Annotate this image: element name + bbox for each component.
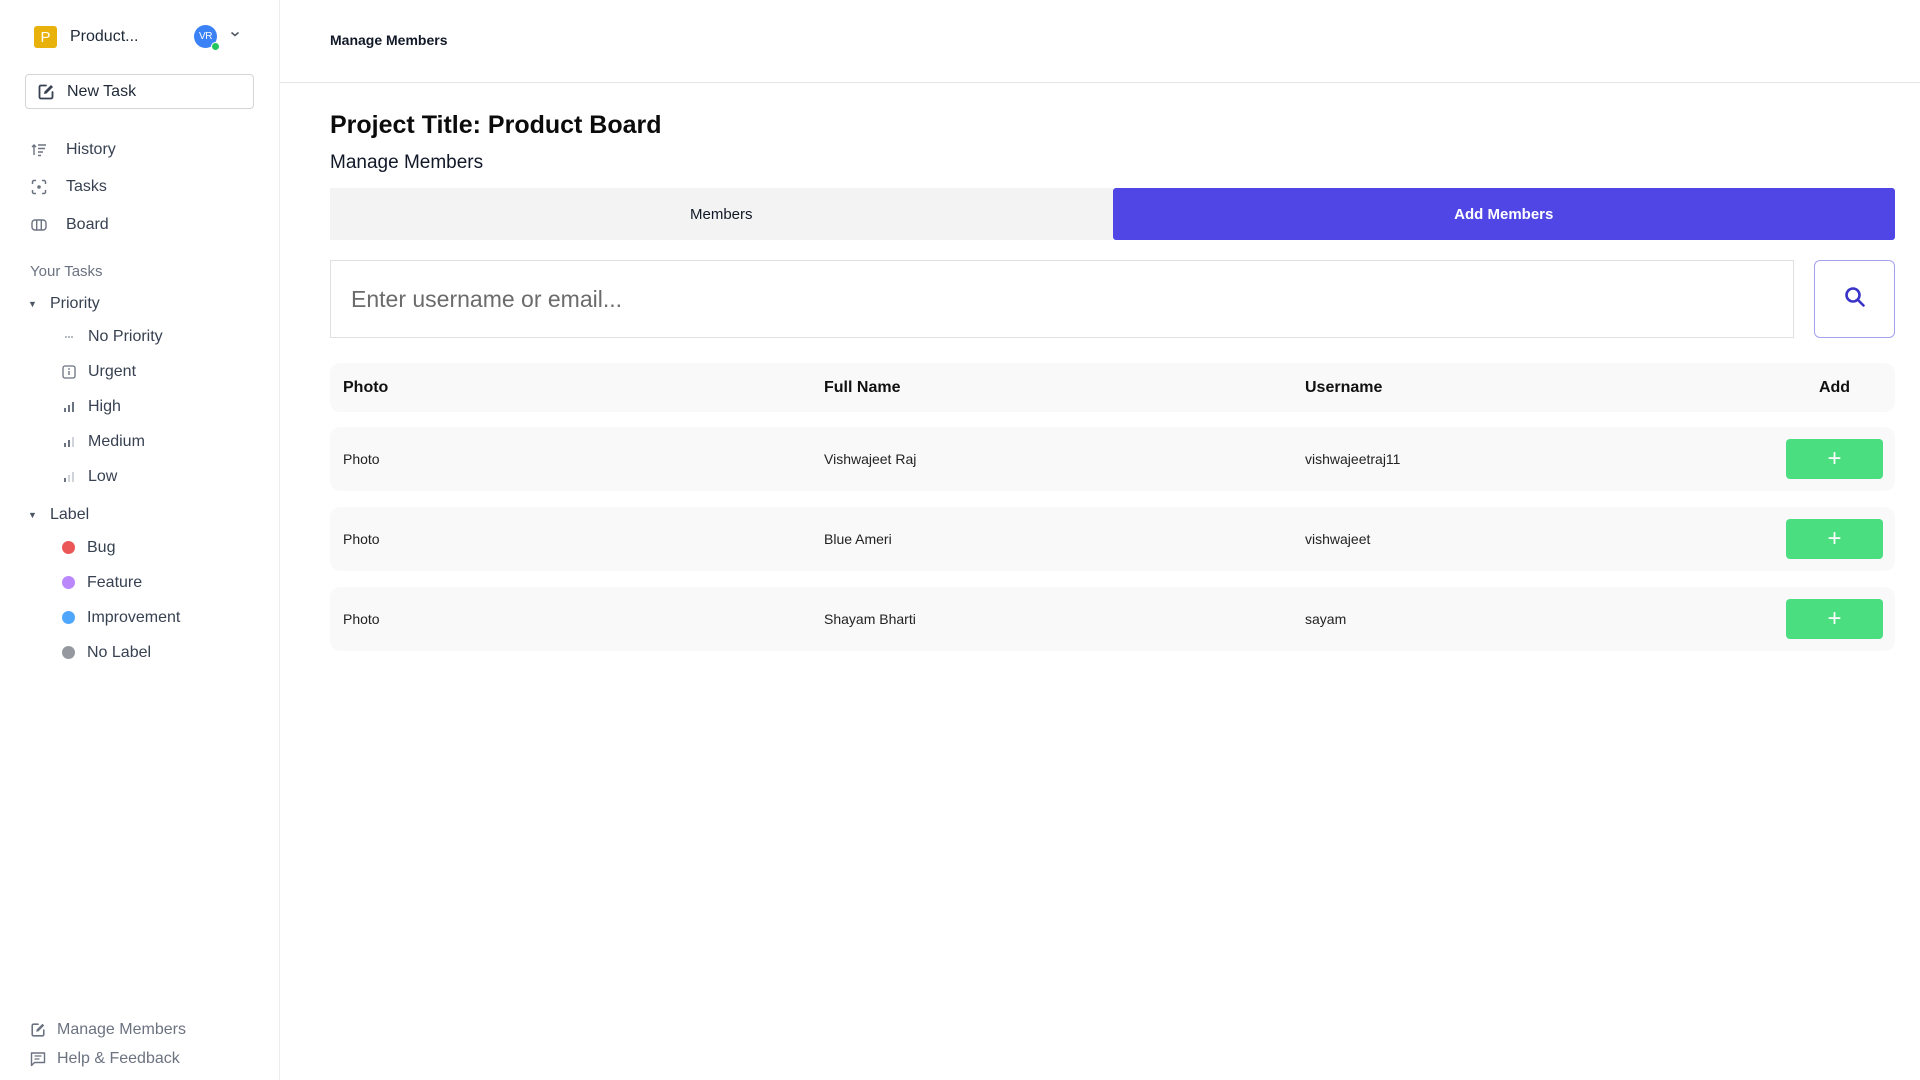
table-row: Photo Blue Ameri vishwajeet + bbox=[330, 507, 1895, 571]
table-header-row: Photo Full Name Username Add bbox=[330, 363, 1895, 412]
username-cell: vishwajeet bbox=[1305, 531, 1371, 547]
breadcrumb: Manage Members bbox=[330, 32, 448, 48]
sidebar-item-label: Board bbox=[66, 215, 109, 233]
tabs: Members Add Members bbox=[330, 188, 1895, 240]
label-item-feature[interactable]: Feature bbox=[28, 565, 180, 600]
label-item-label: Improvement bbox=[87, 608, 181, 626]
sidebar-footer: Manage Members Help & Feedback bbox=[29, 1015, 186, 1073]
priority-item-no-priority[interactable]: No Priority bbox=[28, 319, 163, 354]
your-tasks-heading: Your Tasks bbox=[30, 263, 103, 280]
content: Project Title: Product Board Manage Memb… bbox=[330, 83, 1895, 667]
search-icon bbox=[1843, 285, 1867, 314]
message-icon bbox=[29, 1050, 47, 1068]
search-input[interactable] bbox=[330, 260, 1794, 338]
workspace-switcher[interactable]: P Product... VR bbox=[34, 25, 249, 51]
sidebar-nav: History Tasks Board bbox=[30, 131, 116, 244]
search-button[interactable] bbox=[1814, 260, 1895, 338]
priority-item-urgent[interactable]: Urgent bbox=[28, 354, 163, 389]
priority-group-toggle[interactable]: ▼ Priority bbox=[28, 289, 163, 319]
label-color-dot bbox=[62, 576, 75, 589]
manage-members-label: Manage Members bbox=[57, 1020, 186, 1038]
full-name-cell: Blue Ameri bbox=[824, 531, 892, 547]
full-name-cell: Shayam Bharti bbox=[824, 611, 916, 627]
user-avatar[interactable]: VR bbox=[194, 25, 220, 51]
sidebar-item-history[interactable]: History bbox=[30, 131, 116, 169]
label-item-improvement[interactable]: Improvement bbox=[28, 600, 180, 635]
label-group-toggle[interactable]: ▼ Label bbox=[28, 500, 180, 530]
priority-item-high[interactable]: High bbox=[28, 389, 163, 424]
history-sort-icon bbox=[30, 141, 48, 159]
column-header-username: Username bbox=[1305, 378, 1383, 396]
sidebar-item-label: Tasks bbox=[66, 178, 107, 196]
priority-group-label: Priority bbox=[50, 295, 100, 312]
caret-down-icon: ▼ bbox=[28, 510, 37, 520]
priority-item-label: High bbox=[88, 397, 121, 415]
label-color-dot bbox=[62, 541, 75, 554]
add-member-button[interactable]: + bbox=[1786, 599, 1883, 639]
main-panel: Manage Members Project Title: Product Bo… bbox=[280, 0, 1920, 1080]
topbar: Manage Members bbox=[280, 0, 1920, 83]
priority-item-label: Medium bbox=[88, 432, 145, 450]
urgent-icon bbox=[60, 363, 78, 381]
photo-cell: Photo bbox=[343, 611, 380, 627]
caret-down-icon: ▼ bbox=[28, 299, 37, 309]
signal-medium-icon bbox=[60, 433, 78, 451]
edit-icon bbox=[37, 83, 55, 101]
label-item-label: Feature bbox=[87, 573, 143, 591]
workspace-logo: P bbox=[34, 26, 57, 48]
workspace-name: Product... bbox=[70, 28, 139, 45]
new-task-label: New Task bbox=[67, 82, 137, 100]
search-row bbox=[330, 260, 1895, 338]
sidebar-item-tasks[interactable]: Tasks bbox=[30, 169, 116, 207]
label-item-bug[interactable]: Bug bbox=[28, 530, 180, 565]
user-initials: VR bbox=[199, 31, 212, 42]
online-status-dot bbox=[211, 42, 220, 51]
members-table: Photo Full Name Username Add Photo Vishw… bbox=[330, 363, 1895, 651]
tab-add-members[interactable]: Add Members bbox=[1112, 188, 1895, 240]
column-header-photo: Photo bbox=[343, 378, 389, 396]
signal-high-icon bbox=[60, 398, 78, 416]
username-cell: vishwajeetraj11 bbox=[1305, 451, 1401, 467]
page-subtitle: Manage Members bbox=[330, 152, 484, 173]
column-header-add: Add bbox=[1818, 378, 1851, 396]
label-group: ▼ Label Bug Feature Improvement No Label bbox=[28, 500, 180, 670]
photo-cell: Photo bbox=[343, 531, 380, 547]
table-row: Photo Vishwajeet Raj vishwajeetraj11 + bbox=[330, 427, 1895, 491]
help-feedback-link[interactable]: Help & Feedback bbox=[29, 1044, 186, 1073]
label-group-label: Label bbox=[50, 506, 90, 523]
username-cell: sayam bbox=[1305, 611, 1347, 627]
priority-item-low[interactable]: Low bbox=[28, 459, 163, 494]
label-color-dot bbox=[62, 646, 75, 659]
columns-icon bbox=[30, 216, 48, 234]
tab-members[interactable]: Members bbox=[330, 188, 1113, 240]
label-color-dot bbox=[62, 611, 75, 624]
add-member-button[interactable]: + bbox=[1786, 519, 1883, 559]
sidebar-item-board[interactable]: Board bbox=[30, 206, 116, 244]
label-item-no-label[interactable]: No Label bbox=[28, 635, 180, 670]
sidebar: P Product... VR New Task History Tasks B… bbox=[0, 0, 280, 1080]
signal-low-icon bbox=[60, 468, 78, 486]
label-item-label: Bug bbox=[87, 538, 116, 556]
focus-icon bbox=[30, 178, 48, 196]
edit-icon bbox=[29, 1021, 47, 1039]
help-feedback-label: Help & Feedback bbox=[57, 1049, 180, 1067]
priority-item-label: Urgent bbox=[88, 362, 137, 380]
add-member-button[interactable]: + bbox=[1786, 439, 1883, 479]
column-header-full-name: Full Name bbox=[824, 378, 901, 396]
full-name-cell: Vishwajeet Raj bbox=[824, 451, 917, 467]
app: P Product... VR New Task History Tasks B… bbox=[0, 0, 1920, 1080]
priority-group: ▼ Priority No Priority Urgent High Mediu… bbox=[28, 289, 163, 494]
page-title: Project Title: Product Board bbox=[330, 111, 662, 139]
priority-item-label: No Priority bbox=[88, 327, 163, 345]
table-row: Photo Shayam Bharti sayam + bbox=[330, 587, 1895, 651]
manage-members-link[interactable]: Manage Members bbox=[29, 1015, 186, 1044]
photo-cell: Photo bbox=[343, 451, 380, 467]
label-item-label: No Label bbox=[87, 643, 152, 661]
priority-item-label: Low bbox=[88, 467, 118, 485]
new-task-button[interactable]: New Task bbox=[25, 74, 254, 109]
priority-item-medium[interactable]: Medium bbox=[28, 424, 163, 459]
chevron-down-icon[interactable] bbox=[230, 26, 240, 41]
no-priority-icon bbox=[60, 328, 78, 346]
sidebar-item-label: History bbox=[66, 140, 116, 158]
